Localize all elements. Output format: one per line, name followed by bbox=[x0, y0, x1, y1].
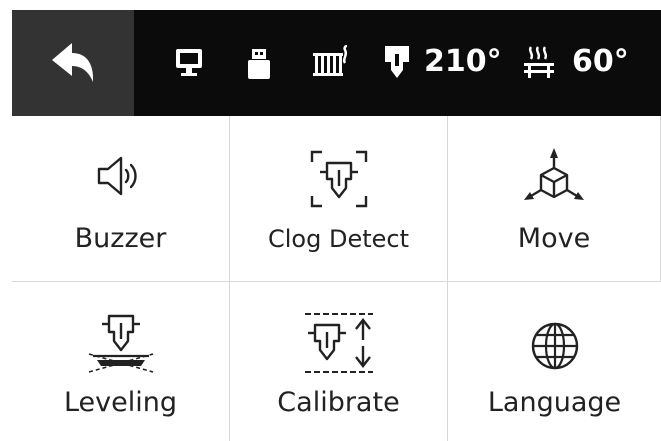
heated-bed-icon bbox=[523, 44, 555, 80]
bed-leveling-icon bbox=[88, 314, 153, 373]
globe-icon bbox=[531, 322, 578, 370]
nozzle-detect-icon bbox=[310, 150, 367, 208]
axes-move-icon bbox=[524, 148, 584, 200]
menu-item-label: Calibrate bbox=[277, 387, 400, 418]
nozzle-temperature: 210° bbox=[424, 44, 502, 79]
menu-item-calibrate[interactable]: Calibrate bbox=[230, 282, 448, 441]
back-button[interactable] bbox=[12, 10, 134, 116]
monitor-icon[interactable] bbox=[175, 48, 203, 78]
back-arrow-icon bbox=[52, 43, 94, 82]
menu-item-clog-detect[interactable]: Clog Detect bbox=[230, 116, 448, 282]
status-bar: 210° 60° bbox=[12, 10, 661, 116]
speaker-icon bbox=[97, 156, 137, 196]
nozzle-icon bbox=[383, 44, 411, 80]
menu-item-leveling[interactable]: Leveling bbox=[12, 282, 230, 441]
usb-drive-icon[interactable] bbox=[247, 48, 271, 80]
menu-item-move[interactable]: Move bbox=[448, 116, 661, 282]
menu-item-label: Language bbox=[487, 387, 622, 418]
menu-item-label: Clog Detect bbox=[268, 225, 409, 253]
settings-menu-grid: Buzzer Clog Detect Move Leveling Calibra… bbox=[12, 116, 661, 441]
menu-item-buzzer[interactable]: Buzzer bbox=[12, 116, 230, 282]
bed-temperature: 60° bbox=[572, 44, 629, 79]
printer-control-screen: 210° 60° Buzzer Clog Detect Move Levelin… bbox=[12, 10, 661, 441]
calibrate-icon bbox=[304, 313, 373, 373]
menu-item-label: Move bbox=[517, 223, 591, 254]
menu-item-label: Buzzer bbox=[74, 223, 167, 254]
chamber-heater-icon[interactable] bbox=[312, 45, 350, 81]
menu-item-language[interactable]: Language bbox=[448, 282, 661, 441]
menu-item-label: Leveling bbox=[63, 387, 178, 418]
